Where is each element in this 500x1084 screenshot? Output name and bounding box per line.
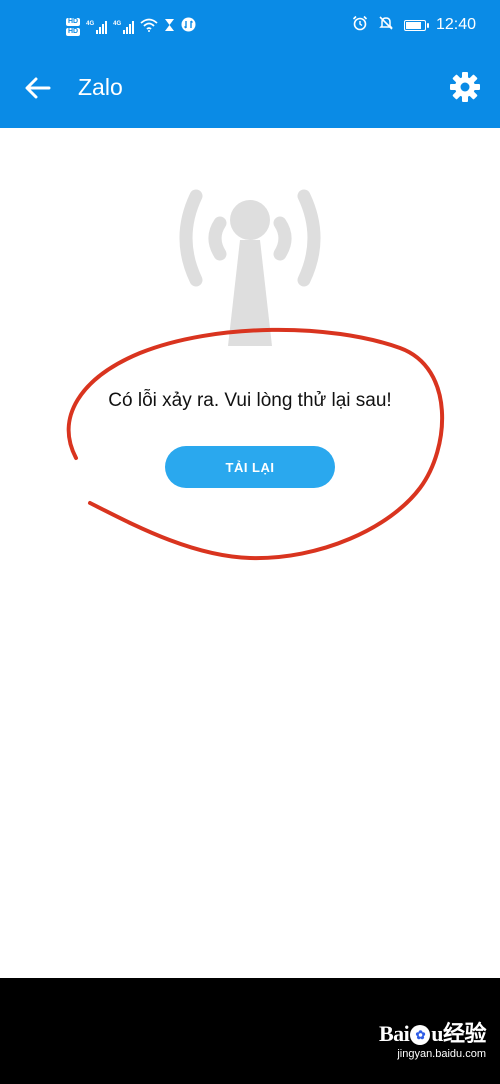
hourglass-icon [164, 18, 175, 37]
reload-button[interactable]: TẢI LẠI [165, 446, 335, 488]
app-bar: Zalo [0, 50, 500, 128]
hd-badge: HD [66, 18, 81, 26]
broadcast-antenna-icon [150, 168, 350, 353]
back-button[interactable] [20, 72, 56, 108]
gear-icon [449, 71, 481, 108]
watermark: Bai ✿ u经验 jingyan.baidu.com [366, 1016, 487, 1076]
data-saver-icon [181, 17, 196, 37]
network-type-label: 4G [113, 20, 122, 27]
signal-icon: 4G [113, 20, 135, 34]
battery-icon [403, 19, 429, 31]
hd-badge: HD [66, 28, 81, 36]
app-title: Zalo [78, 74, 123, 100]
status-bar: HD HD 4G 4G 12:40 [0, 0, 500, 50]
network-type-label: 4G [86, 20, 95, 27]
error-screen: Có lỗi xảy ra. Vui lòng thử lại sau! TẢI… [0, 128, 500, 978]
error-message: Có lỗi xảy ra. Vui lòng thử lại sau! [108, 390, 392, 411]
status-icons-left: HD HD 4G 4G [66, 13, 196, 41]
mute-icon [378, 15, 394, 36]
arrow-left-icon [25, 77, 51, 104]
status-icons-right: 12:40 [352, 15, 476, 35]
status-time: 12:40 [435, 16, 476, 33]
alarm-icon [352, 15, 368, 36]
hd-icon: HD HD [66, 18, 81, 36]
wifi-icon [140, 18, 158, 37]
watermark-logo: Bai ✿ u经验 [378, 1021, 487, 1046]
watermark-url: jingyan.baidu.com [397, 1048, 486, 1060]
signal-icon: 4G [86, 20, 108, 34]
navigation-bar: Bai ✿ u经验 jingyan.baidu.com [0, 978, 500, 1084]
settings-button[interactable] [446, 70, 484, 108]
